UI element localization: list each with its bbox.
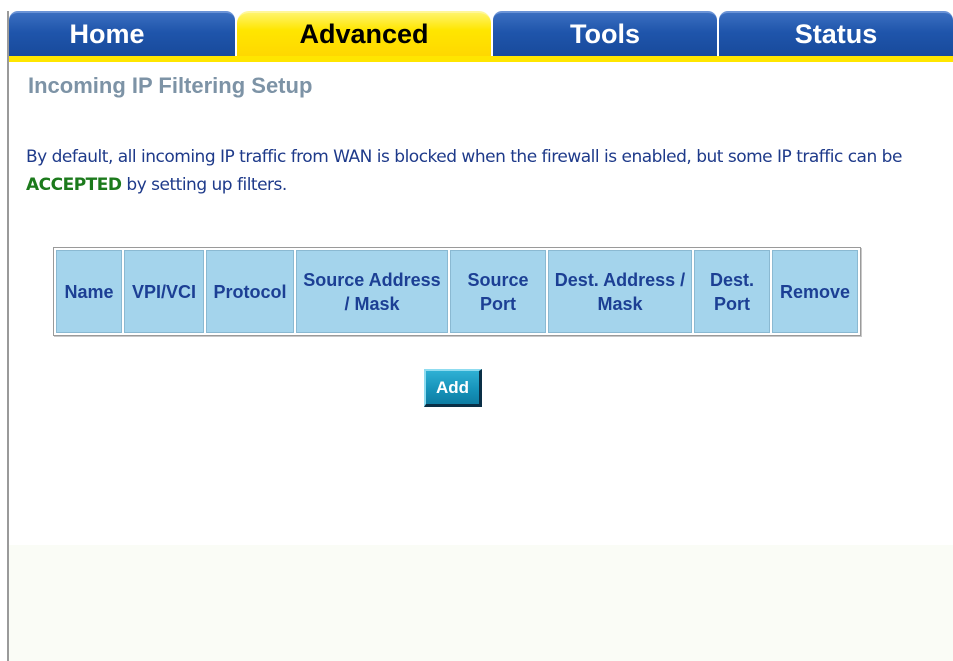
tab-home[interactable]: Home <box>9 11 235 56</box>
column-header-source-port: Source Port <box>450 250 546 333</box>
column-header-name: Name <box>56 250 122 333</box>
active-tab-underline <box>9 56 953 62</box>
column-header-protocol: Protocol <box>206 250 294 333</box>
tab-status-label: Status <box>794 19 878 49</box>
description-text: By default, all incoming IP traffic from… <box>26 147 902 167</box>
table-header-row: Name VPI/VCI Protocol Source Address / M… <box>56 250 858 333</box>
tab-advanced-label: Advanced <box>299 19 429 49</box>
column-header-vpi-vci: VPI/VCI <box>124 250 204 333</box>
column-header-source-address-mask: Source Address / Mask <box>296 250 448 333</box>
add-filter-button[interactable]: Add <box>424 369 482 407</box>
description-text-end: by setting up filters. <box>121 175 287 195</box>
main-nav-tabs: Home Advanced Tools Status <box>9 11 953 56</box>
tab-advanced[interactable]: Advanced <box>237 11 491 56</box>
tab-tools-label: Tools <box>570 19 640 49</box>
tab-tools[interactable]: Tools <box>493 11 717 56</box>
page-title: Incoming IP Filtering Setup <box>28 73 313 98</box>
page-footer-area <box>9 545 953 661</box>
incoming-filter-table: Name VPI/VCI Protocol Source Address / M… <box>53 247 861 336</box>
tab-status[interactable]: Status <box>719 11 953 56</box>
column-header-dest-port: Dest. Port <box>694 250 770 333</box>
window-top-margin <box>0 0 953 11</box>
tab-home-label: Home <box>69 19 145 49</box>
page-description: By default, all incoming IP traffic from… <box>26 143 931 199</box>
column-header-dest-address-mask: Dest. Address / Mask <box>548 250 692 333</box>
column-header-remove: Remove <box>772 250 858 333</box>
accepted-keyword: ACCEPTED <box>26 175 122 195</box>
